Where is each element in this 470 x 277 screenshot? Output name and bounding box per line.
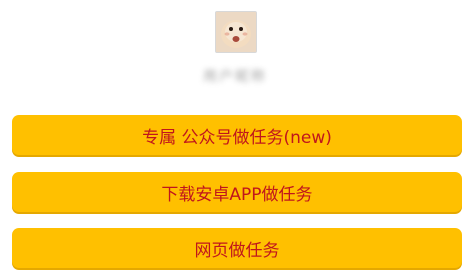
avatar-photo-icon (216, 12, 256, 52)
wechat-official-account-task-label: 专属 公众号做任务(new) (142, 127, 332, 148)
avatar (215, 11, 257, 53)
web-task-label: 网页做任务 (194, 240, 280, 261)
wechat-official-account-task-button[interactable]: 专属 公众号做任务(new) (12, 115, 462, 155)
user-name: 用户昵称 (203, 69, 267, 85)
web-task-button[interactable]: 网页做任务 (12, 228, 462, 268)
user-name-blurred: 用户昵称 (136, 62, 334, 90)
download-android-app-task-label: 下载安卓APP做任务 (161, 184, 313, 205)
download-android-app-task-button[interactable]: 下载安卓APP做任务 (12, 172, 462, 212)
